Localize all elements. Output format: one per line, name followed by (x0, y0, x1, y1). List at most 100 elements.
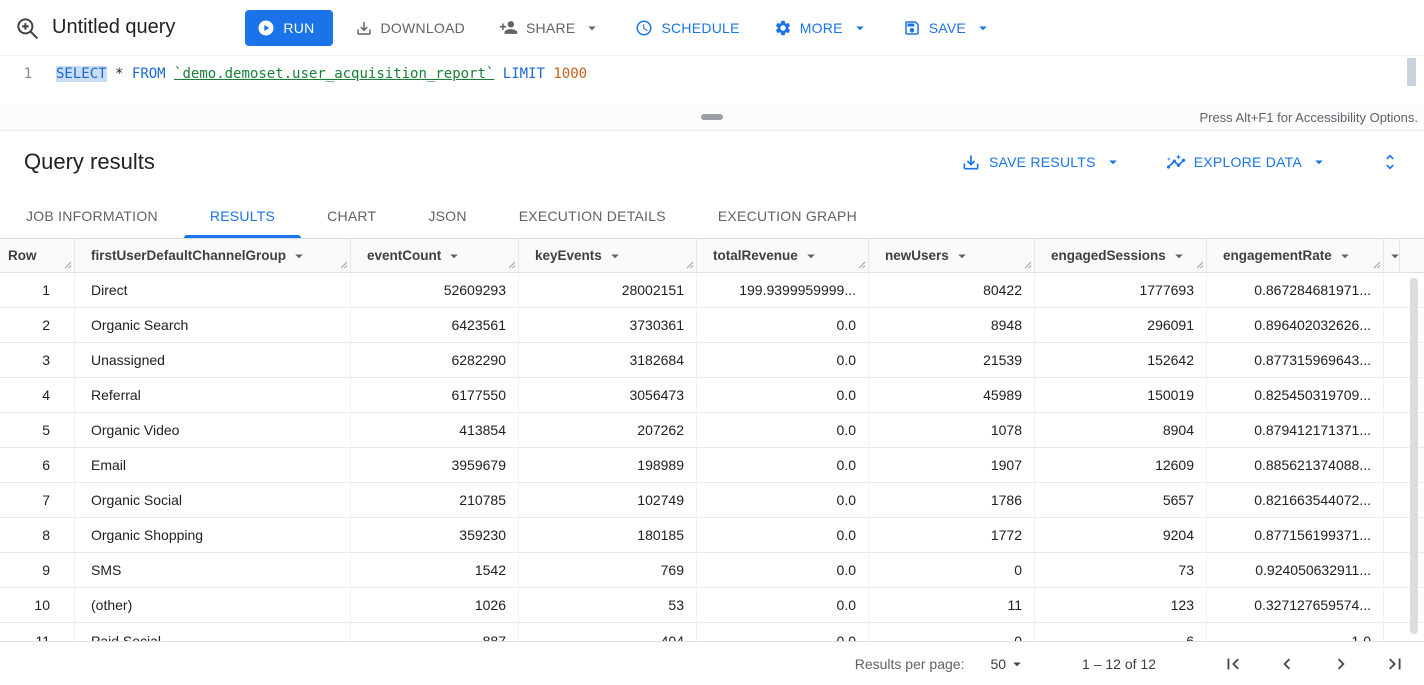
cell-engagement-rate: 0.896402032626... (1207, 308, 1384, 342)
cell-new-users: 1078 (869, 413, 1035, 447)
cell-engaged-sessions: 150019 (1035, 378, 1207, 412)
results-tabbar: JOB INFORMATION RESULTS CHART JSON EXECU… (0, 193, 1424, 239)
editor-toolbar: Untitled query RUN DOWNLOAD SHARE SCHEDU… (0, 0, 1424, 56)
column-resize-handle[interactable] (508, 261, 516, 269)
save-button[interactable]: SAVE (891, 10, 1004, 46)
column-label: engagementRate (1223, 248, 1332, 263)
column-menu-caret-icon[interactable] (802, 247, 820, 265)
cell-event-count: 1026 (351, 588, 519, 622)
column-label: firstUserDefaultChannelGroup (91, 248, 286, 263)
tab-json[interactable]: JSON (402, 193, 492, 238)
cell-engaged-sessions: 9204 (1035, 518, 1207, 552)
run-button[interactable]: RUN (245, 10, 332, 46)
column-menu-caret-icon[interactable] (1170, 247, 1188, 265)
previous-page-button[interactable] (1276, 653, 1298, 675)
column-menu-caret-icon[interactable] (953, 247, 971, 265)
first-page-button[interactable] (1222, 653, 1244, 675)
query-results-header: Query results SAVE RESULTS EXPLORE DATA (0, 131, 1424, 193)
sql-code-line[interactable]: SELECT * FROM `demo.demoset.user_acquisi… (56, 56, 587, 104)
results-actions: SAVE RESULTS EXPLORE DATA (917, 152, 1400, 172)
column-resize-handle[interactable] (686, 261, 694, 269)
tab-execution-graph[interactable]: EXECUTION GRAPH (692, 193, 883, 238)
column-header-engagementRate[interactable]: engagementRate (1207, 239, 1384, 272)
cell-engaged-sessions: 6 (1035, 623, 1207, 642)
cell-new-users: 0 (869, 553, 1035, 587)
cell-event-count: 6423561 (351, 308, 519, 342)
cell-engagement-rate: 1.0 (1207, 623, 1384, 642)
cell-key-events: 3730361 (519, 308, 697, 342)
cell-new-users: 1786 (869, 483, 1035, 517)
column-resize-handle[interactable] (1196, 261, 1204, 269)
chevron-down-icon (1310, 153, 1328, 171)
column-label: newUsers (885, 248, 949, 263)
table-row: 8 Organic Shopping 359230 180185 0.0 177… (0, 518, 1424, 553)
splitter-drag-handle[interactable] (701, 114, 723, 120)
cell-overflow (1384, 623, 1400, 642)
share-button[interactable]: SHARE (487, 10, 613, 46)
column-menu-caret-icon[interactable] (290, 247, 308, 265)
cell-total-revenue: 0.0 (697, 553, 869, 587)
tab-execution-details[interactable]: EXECUTION DETAILS (493, 193, 692, 238)
column-menu-caret-icon[interactable] (606, 247, 624, 265)
column-header-eventCount[interactable]: eventCount (351, 239, 519, 272)
column-header-firstUserDefaultChannelGroup[interactable]: firstUserDefaultChannelGroup (75, 239, 351, 272)
column-resize-handle[interactable] (1024, 261, 1032, 269)
tab-chart[interactable]: CHART (301, 193, 402, 238)
page-size-select[interactable]: 50 (990, 655, 1026, 673)
column-header-newUsers[interactable]: newUsers (869, 239, 1035, 272)
column-resize-handle[interactable] (64, 261, 72, 269)
save-results-label: SAVE RESULTS (989, 154, 1096, 170)
cell-engagement-rate: 0.924050632911... (1207, 553, 1384, 587)
column-resize-handle[interactable] (858, 261, 866, 269)
sql-editor[interactable]: 1 SELECT * FROM `demo.demoset.user_acqui… (0, 56, 1424, 104)
pagination-bar: Results per page: 50 1 – 12 of 12 (0, 641, 1424, 685)
cell-event-count: 210785 (351, 483, 519, 517)
tab-results[interactable]: RESULTS (184, 193, 301, 238)
download-icon (355, 19, 373, 37)
schedule-button[interactable]: SCHEDULE (623, 10, 751, 46)
cell-total-revenue: 0.0 (697, 518, 869, 552)
sql-table-ref-link[interactable]: `demo.demoset.user_acquisition_report` (174, 66, 494, 82)
table-row: 7 Organic Social 210785 102749 0.0 1786 … (0, 483, 1424, 518)
next-page-button[interactable] (1330, 653, 1352, 675)
cell-event-count: 6177550 (351, 378, 519, 412)
column-menu-caret-icon[interactable] (1336, 247, 1354, 265)
cell-channel-group: (other) (75, 588, 351, 622)
more-button[interactable]: MORE (762, 10, 881, 46)
table-row: 2 Organic Search 6423561 3730361 0.0 894… (0, 308, 1424, 343)
column-header-row[interactable]: Row (0, 239, 75, 272)
table-scrollbar[interactable] (1410, 278, 1418, 634)
cell-total-revenue: 0.0 (697, 483, 869, 517)
explore-data-button[interactable]: EXPLORE DATA (1166, 152, 1328, 172)
editor-scrollbar[interactable] (1407, 58, 1416, 86)
cell-engaged-sessions: 12609 (1035, 448, 1207, 482)
cell-engaged-sessions: 296091 (1035, 308, 1207, 342)
cell-channel-group: Referral (75, 378, 351, 412)
column-header-engagedSessions[interactable]: engagedSessions (1035, 239, 1207, 272)
cell-row-number: 9 (0, 553, 75, 587)
cell-new-users: 80422 (869, 273, 1035, 307)
chevron-left-icon (1276, 653, 1298, 675)
column-header-overflow[interactable] (1384, 239, 1400, 272)
schedule-label: SCHEDULE (661, 20, 739, 36)
cell-row-number: 2 (0, 308, 75, 342)
last-page-button[interactable] (1384, 653, 1406, 675)
chevron-down-icon (851, 19, 869, 37)
save-results-button[interactable]: SAVE RESULTS (961, 152, 1122, 172)
cell-engaged-sessions: 152642 (1035, 343, 1207, 377)
tab-job-information[interactable]: JOB INFORMATION (0, 193, 184, 238)
insights-chart-icon (1166, 152, 1186, 172)
column-label: Row (8, 248, 37, 263)
column-resize-handle[interactable] (340, 261, 348, 269)
play-icon (257, 19, 275, 37)
table-row: 1 Direct 52609293 28002151 199.939995999… (0, 273, 1424, 308)
cell-key-events: 3056473 (519, 378, 697, 412)
column-resize-handle[interactable] (1373, 261, 1381, 269)
column-header-totalRevenue[interactable]: totalRevenue (697, 239, 869, 272)
download-button[interactable]: DOWNLOAD (343, 10, 477, 46)
panel-splitter: Press Alt+F1 for Accessibility Options. (0, 104, 1424, 131)
cell-key-events: 769 (519, 553, 697, 587)
column-header-keyEvents[interactable]: keyEvents (519, 239, 697, 272)
expand-results-button[interactable] (1380, 152, 1400, 172)
column-menu-caret-icon[interactable] (445, 247, 463, 265)
